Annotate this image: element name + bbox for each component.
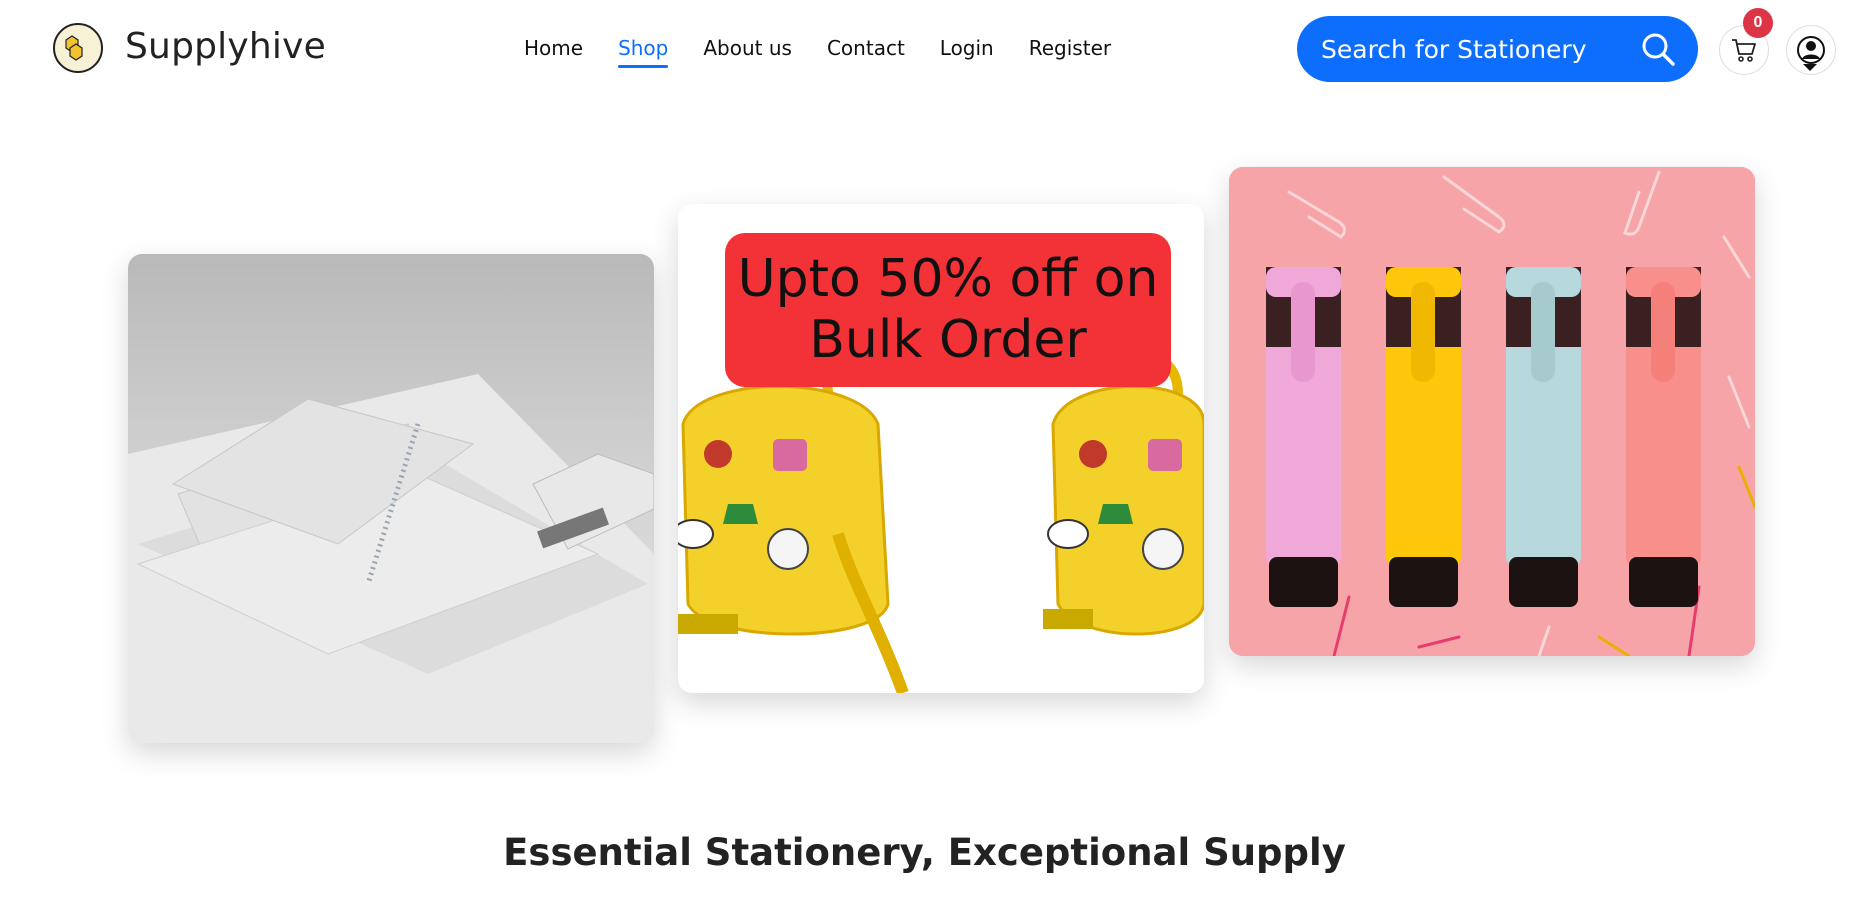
highlighters-image — [1229, 167, 1755, 656]
nav-register[interactable]: Register — [1029, 36, 1111, 68]
brand-logo[interactable] — [53, 23, 103, 73]
chevron-down-icon[interactable] — [1803, 64, 1817, 71]
promo-banner: Upto 50% off on Bulk Order — [725, 233, 1171, 387]
site-header: Supplyhive Home Shop About us Contact Lo… — [0, 0, 1849, 100]
search-icon — [1642, 33, 1675, 66]
notebooks-image — [128, 254, 654, 743]
page-tagline: Essential Stationery, Exceptional Supply — [503, 831, 1346, 874]
nav-home[interactable]: Home — [524, 36, 583, 68]
nav-about-us[interactable]: About us — [703, 36, 792, 68]
search-label: Search for Stationery — [1321, 34, 1587, 64]
carousel-slide-promo[interactable]: Upto 50% off on Bulk Order — [678, 204, 1204, 693]
cart-count-badge: 0 — [1743, 8, 1773, 38]
cart-icon — [1732, 39, 1756, 62]
carousel-slide-notebooks[interactable] — [128, 254, 654, 743]
main-nav: Home Shop About us Contact Login Registe… — [524, 36, 1146, 68]
carousel-slide-highlighters[interactable] — [1229, 167, 1755, 656]
nav-shop[interactable]: Shop — [618, 36, 669, 68]
user-icon — [1797, 36, 1825, 64]
promo-text: Upto 50% off on Bulk Order — [737, 249, 1159, 370]
hive-logo-icon — [65, 35, 83, 61]
nav-login[interactable]: Login — [940, 36, 994, 68]
search-button[interactable]: Search for Stationery — [1297, 16, 1698, 82]
brand-name[interactable]: Supplyhive — [125, 26, 326, 67]
nav-contact[interactable]: Contact — [827, 36, 905, 68]
